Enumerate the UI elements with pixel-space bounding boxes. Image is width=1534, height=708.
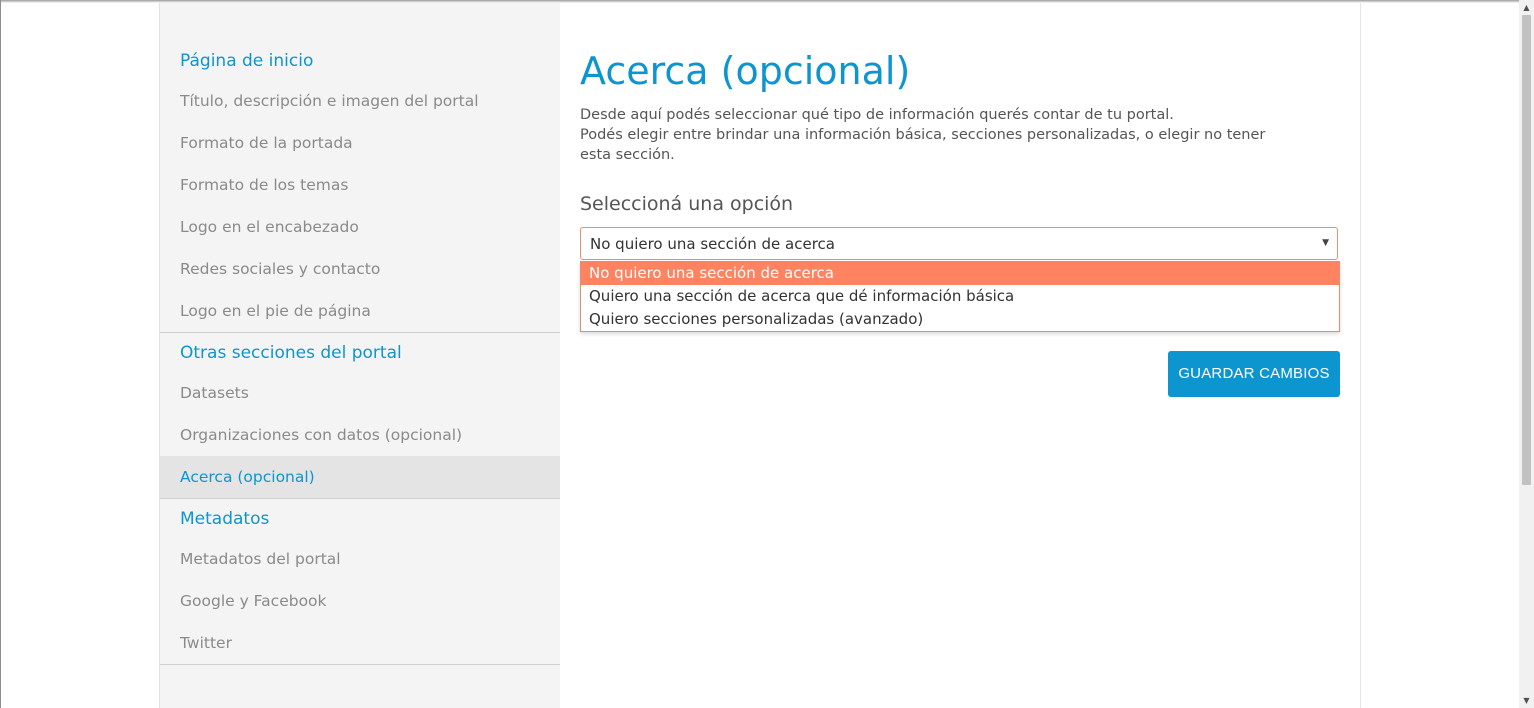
sidebar: Página de inicio Título, descripción e i… bbox=[159, 3, 560, 708]
option-basic-info[interactable]: Quiero una sección de acerca que dé info… bbox=[581, 285, 1339, 308]
select-current-value: No quiero una sección de acerca bbox=[590, 235, 835, 253]
sidebar-item-datasets[interactable]: Datasets bbox=[160, 372, 560, 414]
dropdown-arrow-icon: ▼ bbox=[1322, 238, 1329, 248]
sidebar-divider bbox=[160, 332, 560, 333]
about-type-select[interactable]: No quiero una sección de acerca ▼ bbox=[580, 227, 1338, 260]
sidebar-item-acerca[interactable]: Acerca (opcional) bbox=[160, 456, 560, 498]
content-border bbox=[1360, 3, 1361, 708]
scroll-up-arrow-icon[interactable]: ▲ bbox=[1519, 0, 1534, 15]
sidebar-item-redes-sociales[interactable]: Redes sociales y contacto bbox=[160, 248, 560, 290]
sidebar-divider bbox=[160, 664, 560, 665]
main-content: Acerca (opcional) Desde aquí podés selec… bbox=[580, 0, 1340, 708]
save-changes-button[interactable]: GUARDAR CAMBIOS bbox=[1168, 351, 1340, 397]
description-line-2: Podés elegir entre brindar una informaci… bbox=[580, 127, 1266, 163]
sidebar-item-formato-portada[interactable]: Formato de la portada bbox=[160, 122, 560, 164]
select-options-list: No quiero una sección de acerca Quiero u… bbox=[580, 261, 1340, 332]
option-no-section[interactable]: No quiero una sección de acerca bbox=[581, 262, 1339, 285]
sidebar-item-google-facebook[interactable]: Google y Facebook bbox=[160, 580, 560, 622]
sidebar-item-logo-encabezado[interactable]: Logo en el encabezado bbox=[160, 206, 560, 248]
sidebar-item-metadatos-portal[interactable]: Metadatos del portal bbox=[160, 538, 560, 580]
sidebar-heading-otras-secciones[interactable]: Otras secciones del portal bbox=[180, 343, 402, 363]
sidebar-heading-metadatos[interactable]: Metadatos bbox=[180, 509, 269, 529]
sidebar-item-titulo-descripcion[interactable]: Título, descripción e imagen del portal bbox=[160, 80, 560, 122]
page-scrollbar[interactable]: ▲ ▼ bbox=[1519, 0, 1534, 708]
description-line-1: Desde aquí podés seleccionar qué tipo de… bbox=[580, 107, 1174, 123]
window-edge bbox=[0, 0, 1, 708]
sidebar-item-logo-pie[interactable]: Logo en el pie de página bbox=[160, 290, 560, 332]
sidebar-item-twitter[interactable]: Twitter bbox=[160, 622, 560, 664]
sidebar-divider bbox=[160, 498, 560, 499]
sidebar-heading-pagina-de-inicio[interactable]: Página de inicio bbox=[180, 51, 313, 71]
sidebar-item-organizaciones[interactable]: Organizaciones con datos (opcional) bbox=[160, 414, 560, 456]
scrollbar-thumb[interactable] bbox=[1522, 15, 1531, 485]
select-label: Seleccioná una opción bbox=[580, 193, 794, 215]
page-title: Acerca (opcional) bbox=[580, 49, 911, 93]
sidebar-item-formato-temas[interactable]: Formato de los temas bbox=[160, 164, 560, 206]
option-custom-sections[interactable]: Quiero secciones personalizadas (avanzad… bbox=[581, 308, 1339, 331]
scroll-down-arrow-icon[interactable]: ▼ bbox=[1519, 693, 1534, 708]
